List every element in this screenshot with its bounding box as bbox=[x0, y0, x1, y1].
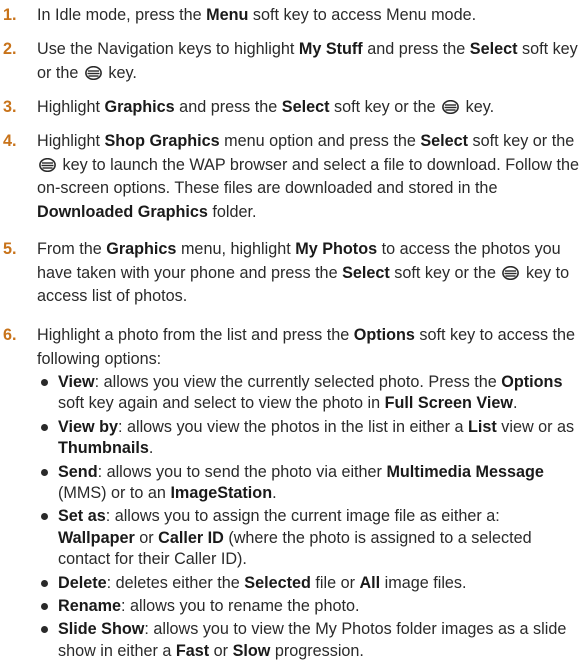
step-text: Highlight a photo from the list and pres… bbox=[37, 326, 576, 368]
step-text: From the Graphics menu, highlight My Pho… bbox=[37, 240, 570, 306]
step-number: 1. bbox=[3, 6, 17, 24]
step-text: Highlight Shop Graphics menu option and … bbox=[37, 132, 579, 221]
options-list: View: allows you view the currently sele… bbox=[0, 372, 580, 664]
list-item: Set as: allows you to assign the current… bbox=[0, 506, 580, 570]
list-item: Send: allows you to send the photo via e… bbox=[0, 462, 580, 505]
step-number: 2. bbox=[3, 40, 17, 58]
step-number: 5. bbox=[3, 240, 17, 258]
step-3: 3. Highlight Graphics and press the Sele… bbox=[0, 96, 580, 120]
list-item: Rename: allows you to rename the photo. bbox=[0, 596, 580, 617]
select-key-icon bbox=[85, 65, 102, 80]
select-key-icon bbox=[39, 157, 56, 172]
list-item: View by: allows you view the photos in t… bbox=[0, 417, 580, 460]
step-number: 3. bbox=[3, 98, 17, 116]
step-number: 6. bbox=[3, 326, 17, 344]
list-item: View: allows you view the currently sele… bbox=[0, 372, 580, 415]
list-item: Slide Show: allows you to view the My Ph… bbox=[0, 619, 580, 662]
step-5: 5. From the Graphics menu, highlight My … bbox=[0, 238, 580, 309]
select-key-icon bbox=[502, 265, 520, 280]
step-4: 4. Highlight Shop Graphics menu option a… bbox=[0, 130, 580, 224]
step-text: Use the Navigation keys to highlight My … bbox=[37, 40, 578, 82]
step-1: 1. In Idle mode, press the Menu soft key… bbox=[0, 4, 580, 28]
list-item: Delete: deletes either the Selected file… bbox=[0, 573, 580, 594]
select-key-icon bbox=[442, 100, 460, 114]
step-2: 2. Use the Navigation keys to highlight … bbox=[0, 38, 580, 85]
step-text: In Idle mode, press the Menu soft key to… bbox=[37, 6, 477, 24]
step-6: 6. Highlight a photo from the list and p… bbox=[0, 324, 580, 371]
step-number: 4. bbox=[3, 132, 17, 150]
step-text: Highlight Graphics and press the Select … bbox=[37, 98, 495, 116]
